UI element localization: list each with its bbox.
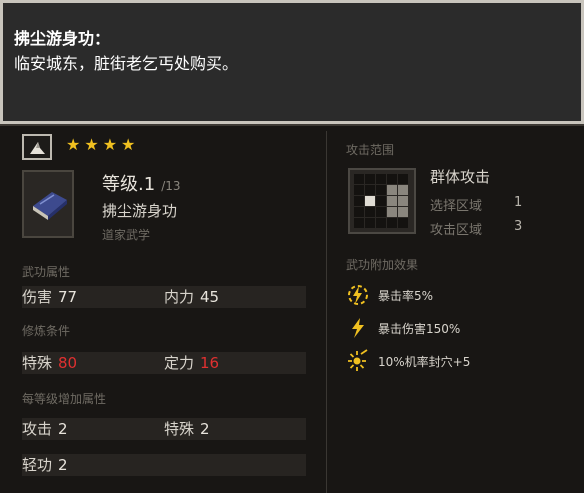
attack-range-label: 攻击范围 (346, 143, 395, 157)
effect-text: 暴击伤害150% (378, 321, 461, 336)
level-text: 等级.1 (102, 174, 156, 195)
stat-value: 45 (200, 288, 220, 306)
stat-label: 轻功 (22, 456, 53, 474)
effect-crit-damage: 暴击伤害150% (346, 316, 460, 340)
stat-value: 80 (58, 354, 78, 372)
attack-area-value: 3 (514, 219, 523, 234)
stat-label: 内力 (164, 288, 195, 306)
select-area-label: 选择区域 (430, 199, 483, 214)
stat-value: 2 (200, 420, 210, 438)
panel-top-border (0, 124, 584, 126)
stat-value: 2 (58, 456, 68, 474)
stat-value: 16 (200, 354, 220, 372)
tooltip-body: 临安城东，脏街老乞丐处购买。 (14, 54, 239, 73)
lightning-icon (346, 316, 370, 340)
attack-range-type: 群体攻击 (430, 168, 491, 186)
skill-school: 道家武学 (102, 228, 151, 242)
stat-label: 攻击 (22, 420, 53, 438)
stat-value: 2 (58, 420, 68, 438)
max-level-text: /13 (161, 179, 181, 193)
effect-text: 10%机率封穴+5 (378, 354, 471, 369)
stat-internal: 内力 45 (164, 286, 219, 308)
stat-label: 特殊 (22, 354, 53, 372)
acupoint-seal-icon (346, 349, 370, 373)
stat-label: 伤害 (22, 288, 53, 306)
per-level-label: 每等级增加属性 (22, 392, 107, 406)
attributes-label: 武功属性 (22, 265, 71, 279)
skill-type-icon (22, 134, 52, 160)
stat-label: 定力 (164, 354, 195, 372)
skill-level: 等级.1/13 (102, 170, 181, 196)
skill-name: 拂尘游身功 (102, 202, 178, 220)
skill-book-icon (22, 170, 74, 238)
select-area-value: 1 (514, 195, 523, 210)
requirements-label: 修炼条件 (22, 324, 71, 338)
select-area-row: 选择区域 1 (430, 195, 522, 214)
per-level-lightness: 轻功 2 (22, 454, 68, 476)
star-icon: ★ (84, 135, 99, 154)
stat-value: 77 (58, 288, 78, 306)
location-tooltip: 拂尘游身功： 临安城东，脏街老乞丐处购买。 (0, 0, 584, 124)
star-icon: ★ (66, 135, 81, 154)
attack-range-grid-icon (348, 168, 416, 234)
attack-area-label: 攻击区域 (430, 223, 483, 238)
effect-text: 暴击率5% (378, 288, 434, 303)
per-level-special: 特殊 2 (164, 418, 210, 440)
effect-acupoint-seal: 10%机率封穴+5 (346, 349, 470, 373)
panel-divider (326, 131, 327, 493)
stat-label: 特殊 (164, 420, 195, 438)
tooltip-title: 拂尘游身功： (14, 29, 111, 48)
star-rating: ★ ★ ★ ★ (66, 135, 135, 155)
attack-area-row: 攻击区域 3 (430, 219, 522, 238)
lightning-burst-icon (346, 283, 370, 307)
per-level-attack: 攻击 2 (22, 418, 68, 440)
effects-label: 武功附加效果 (346, 258, 419, 272)
stat-damage: 伤害 77 (22, 286, 77, 308)
requirement-special: 特殊 80 (22, 352, 77, 374)
star-icon: ★ (121, 135, 136, 154)
effect-crit-rate: 暴击率5% (346, 283, 433, 307)
star-icon: ★ (102, 135, 118, 154)
requirement-focus: 定力 16 (164, 352, 219, 374)
